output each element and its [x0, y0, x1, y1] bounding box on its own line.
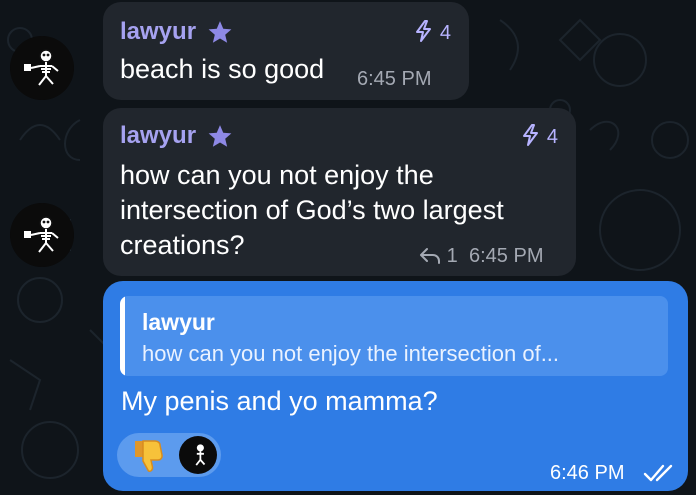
thumbs-down-icon: [135, 440, 163, 472]
message-time: 6:45 PM: [357, 68, 432, 90]
skeleton-moon-icon: [10, 36, 74, 100]
skeleton-moon-icon: [188, 440, 206, 470]
boost-count: 4: [521, 124, 558, 149]
quote-bar: [120, 296, 125, 376]
boost-count: 4: [414, 20, 451, 45]
message-text: My penis and yo mamma?: [121, 386, 438, 416]
star-icon: [208, 21, 232, 43]
message-text: beach is so good: [120, 54, 325, 84]
avatar[interactable]: [10, 203, 74, 267]
sender-name[interactable]: lawyur: [120, 18, 196, 46]
reply-arrow-icon: [420, 248, 440, 264]
skeleton-moon-icon: [10, 203, 74, 267]
quote-text: how can you not enjoy the intersection o…: [142, 341, 560, 366]
avatar[interactable]: [10, 36, 74, 100]
message-bubble[interactable]: lawyur 4 beach is so good 6:45 PM: [103, 2, 469, 100]
reply-quote[interactable]: lawyur how can you not enjoy the interse…: [120, 296, 668, 376]
read-double-check-icon: [643, 464, 673, 482]
quote-sender: lawyur: [142, 309, 215, 335]
boost-icon: [523, 124, 539, 146]
message-time: 6:46 PM: [550, 462, 625, 484]
reactor-avatar: [179, 436, 217, 474]
sender-name[interactable]: lawyur: [120, 122, 196, 150]
boost-count-value: 4: [439, 22, 451, 44]
boost-icon: [416, 20, 432, 42]
reply-count-value: 1: [446, 245, 458, 267]
star-icon: [208, 125, 232, 147]
reply-count[interactable]: 1: [419, 244, 458, 268]
message-time: 6:45 PM: [469, 245, 544, 267]
outgoing-message-bubble[interactable]: lawyur how can you not enjoy the interse…: [103, 281, 688, 491]
reaction-chip[interactable]: [117, 433, 221, 477]
boost-count-value: 4: [546, 126, 558, 148]
message-bubble[interactable]: lawyur 4 how can you not enjoy the inter…: [103, 108, 576, 276]
